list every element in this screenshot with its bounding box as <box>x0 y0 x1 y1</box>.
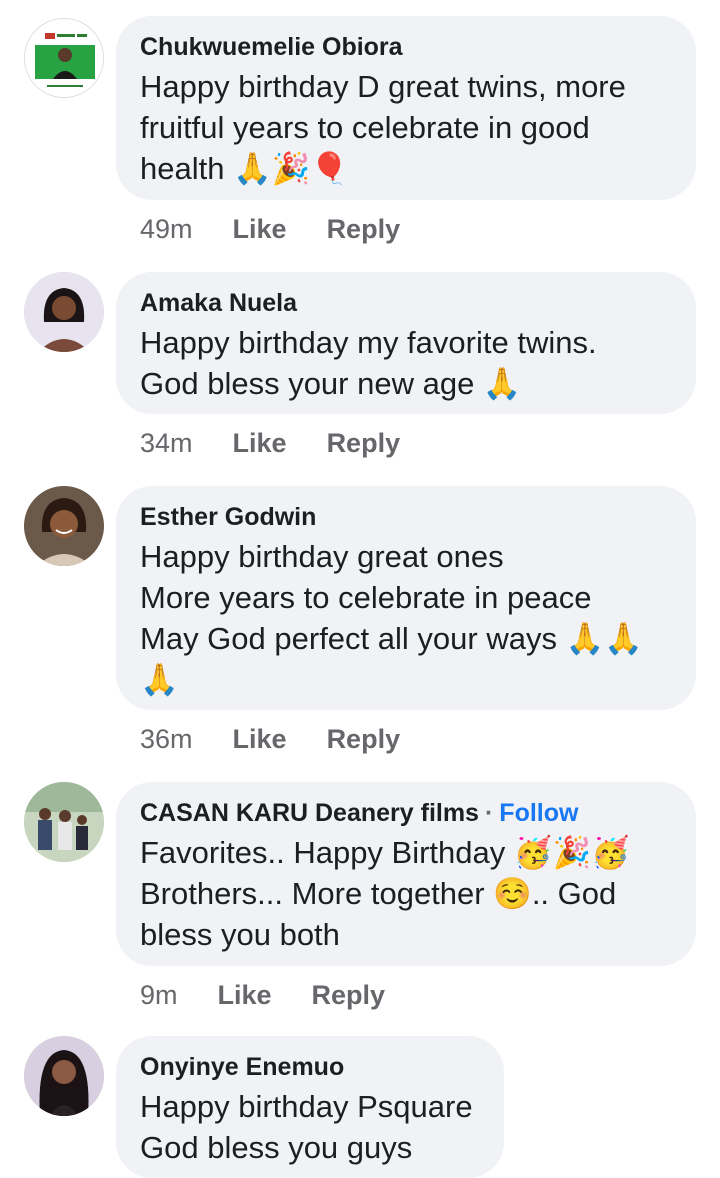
like-button[interactable]: Like <box>233 428 287 459</box>
reply-button[interactable]: Reply <box>327 724 401 755</box>
comment-actions: 9m Like Reply <box>140 980 385 1011</box>
commenter-name[interactable]: CASAN KARU Deanery films <box>140 799 479 827</box>
like-button[interactable]: Like <box>233 214 287 245</box>
comment-line: health 🙏🎉🎈 <box>140 151 349 186</box>
comment-text: Happy birthday my favorite twins. God bl… <box>140 322 672 404</box>
commenter-name[interactable]: Amaka Nuela <box>140 288 672 318</box>
woman-avatar-icon <box>24 272 104 352</box>
like-button[interactable]: Like <box>218 980 272 1011</box>
comment-line: 🙏 <box>140 662 179 697</box>
comment-line: fruitful years to celebrate in good <box>140 110 590 145</box>
smiling-woman-avatar-icon <box>24 486 104 566</box>
comment-actions: 34m Like Reply <box>140 428 400 459</box>
labour-party-poster-icon <box>25 19 103 97</box>
comment-line: Happy birthday D great twins, more <box>140 69 626 104</box>
comment-text: Happy birthday Psquare God bless you guy… <box>140 1086 480 1168</box>
comment-line: bless you both <box>140 917 340 952</box>
comment-text: Favorites.. Happy Birthday 🥳🎉🥳 Brothers.… <box>140 832 672 955</box>
comment-timestamp[interactable]: 9m <box>140 980 178 1011</box>
comment-line: More years to celebrate in peace <box>140 580 592 615</box>
like-button[interactable]: Like <box>233 724 287 755</box>
commenter-name-row: CASAN KARU Deanery films · Follow <box>140 798 672 828</box>
follow-button[interactable]: Follow <box>499 799 578 827</box>
comment-line: God bless you guys <box>140 1130 413 1165</box>
commenter-name[interactable]: Esther Godwin <box>140 502 672 532</box>
comment-bubble: Onyinye Enemuo Happy birthday Psquare Go… <box>116 1036 504 1178</box>
comment-line: Favorites.. Happy Birthday 🥳🎉🥳 <box>140 835 630 870</box>
avatar-onyinye[interactable] <box>24 1036 104 1116</box>
reply-button[interactable]: Reply <box>327 214 401 245</box>
reply-button[interactable]: Reply <box>312 980 386 1011</box>
comment-line: Happy birthday my favorite twins. <box>140 325 597 360</box>
comment-timestamp[interactable]: 49m <box>140 214 193 245</box>
avatar-esther[interactable] <box>24 486 104 566</box>
avatar-chukwuemelie[interactable] <box>24 18 104 98</box>
comment-line: Happy birthday Psquare <box>140 1089 473 1124</box>
comment-bubble: CASAN KARU Deanery films · Follow Favorite… <box>116 782 696 966</box>
woman-long-hair-avatar-icon <box>24 1036 104 1116</box>
comment-actions: 49m Like Reply <box>140 214 400 245</box>
outdoor-group-avatar-icon <box>24 782 104 862</box>
reply-button[interactable]: Reply <box>327 428 401 459</box>
comment-text: Happy birthday D great twins, more fruit… <box>140 66 672 189</box>
comment-line: Brothers... More together ☺️.. God <box>140 876 617 911</box>
comment-bubble: Esther Godwin Happy birthday great ones … <box>116 486 696 710</box>
avatar-amaka[interactable] <box>24 272 104 352</box>
comment-bubble: Amaka Nuela Happy birthday my favorite t… <box>116 272 696 414</box>
commenter-name[interactable]: Chukwuemelie Obiora <box>140 32 672 62</box>
comment-bubble: Chukwuemelie Obiora Happy birthday D gre… <box>116 16 696 200</box>
comment-line: May God perfect all your ways 🙏🙏 <box>140 621 643 656</box>
comment-line: God bless your new age 🙏 <box>140 366 522 401</box>
comment-timestamp[interactable]: 34m <box>140 428 193 459</box>
comment-actions: 36m Like Reply <box>140 724 400 755</box>
commenter-name[interactable]: Onyinye Enemuo <box>140 1052 480 1082</box>
comment-timestamp[interactable]: 36m <box>140 724 193 755</box>
separator-dot: · <box>484 799 494 827</box>
comment-text: Happy birthday great ones More years to … <box>140 536 672 700</box>
avatar-casan-karu[interactable] <box>24 782 104 862</box>
comment-line: Happy birthday great ones <box>140 539 504 574</box>
